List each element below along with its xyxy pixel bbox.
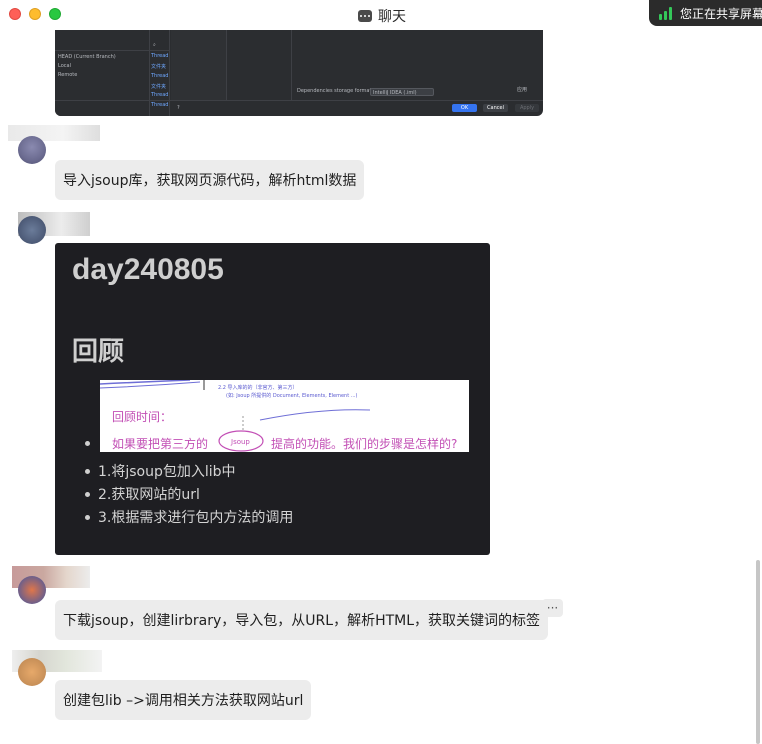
avatar[interactable] (18, 216, 46, 244)
zoom-window-button[interactable] (49, 8, 61, 20)
ide-cancel-button: Cancel (483, 104, 508, 112)
ide-thread-item: 文件夹 (151, 64, 167, 70)
avatar[interactable] (18, 658, 46, 686)
share-status-text: 您正在共享屏幕 (680, 6, 762, 21)
ide-search-icon: ⌕ (153, 42, 156, 48)
chat-window: 聊天 您正在共享屏幕 HEAD (Current Branch) Local R… (0, 0, 762, 744)
note-bullet-text: 1.将jsoup包加入lib中 (98, 464, 236, 480)
handwriting-line-2b: 提高的功能。我们的步骤是怎样的? (271, 437, 458, 451)
handwriting-small-2: (如: Jsoup 所提供的 Document, Elements, Eleme… (226, 393, 358, 399)
window-title-group: 聊天 (358, 7, 406, 25)
note-bullet-empty (85, 441, 90, 446)
handwriting-line-1: 回顾时间： (112, 410, 173, 424)
note-bullet-text: 3.根据需求进行包内方法的调用 (98, 510, 294, 526)
ide-ok-button: OK (452, 104, 477, 112)
ide-apply-button: Apply (515, 104, 539, 112)
message-text: 创建包lib –>调用相关方法获取网站url (63, 693, 304, 709)
message-bubble[interactable]: 下载jsoup，创建lirbrary，导入包，从URL，解析HTML，获取关键词… (55, 600, 549, 640)
ide-storage-label: Dependencies storage format: (297, 88, 374, 94)
ide-branch-panel: HEAD (Current Branch) Local Remote (55, 30, 150, 116)
ide-help-icon: ? (177, 105, 180, 111)
ide-branch-remote: Remote (58, 72, 78, 78)
minimize-window-button[interactable] (29, 8, 41, 20)
avatar[interactable] (18, 576, 46, 604)
note-title: day240805 (72, 253, 224, 286)
handwriting-circled: Jsoup (231, 438, 250, 446)
ide-branch-head: HEAD (Current Branch) (58, 54, 116, 60)
ide-thread-item: Thread (151, 102, 169, 108)
window-title: 聊天 (378, 9, 406, 25)
close-window-button[interactable] (9, 8, 21, 20)
message-text: 导入jsoup库，获取网页源代码，解析html数据 (63, 173, 357, 189)
ide-empty-panel (227, 30, 292, 100)
note-bullet-text: 2.获取网站的url (98, 487, 200, 503)
message-text: 下载jsoup，创建lirbrary，导入包，从URL，解析HTML，获取关键词… (63, 613, 541, 629)
ide-apply-cn-label: 应用 (517, 87, 528, 93)
note-image[interactable]: day240805 回顾 2.2 导入库的的（非官方、第三方） (如: Jsou… (55, 243, 490, 555)
ide-storage-value: IntelliJ IDEA (.iml) (373, 90, 417, 96)
note-bullet: 1.将jsoup包加入lib中 (85, 461, 236, 481)
ide-storage-select: IntelliJ IDEA (.iml) (370, 88, 434, 96)
message-bubble[interactable]: 创建包lib –>调用相关方法获取网站url (55, 680, 312, 720)
ide-screenshot-image[interactable]: HEAD (Current Branch) Local Remote ⌕ Thr… (55, 30, 543, 116)
handwriting-small-1: 2.2 导入库的的（非官方、第三方） (218, 385, 298, 391)
ide-thread-item: Thread (151, 92, 169, 98)
ide-thread-item: Thread (151, 53, 169, 59)
note-bullet: 3.根据需求进行包内方法的调用 (85, 507, 293, 527)
title-bar: 聊天 您正在共享屏幕 (0, 0, 762, 30)
ide-thread-item: Thread (151, 73, 169, 79)
screen-share-indicator[interactable]: 您正在共享屏幕 (649, 0, 762, 26)
more-options-button[interactable]: ··· (542, 599, 563, 617)
handwriting-image: 2.2 导入库的的（非官方、第三方） (如: Jsoup 所提供的 Docume… (100, 380, 469, 452)
note-heading: 回顾 (72, 337, 125, 367)
ide-branch-local: Local (58, 63, 71, 69)
ide-thread-list: Thread 文件夹 Thread 文件夹 Thread Thread (151, 30, 227, 108)
ide-thread-item: 文件夹 (151, 84, 167, 90)
handwriting-line-2a: 如果要把第三方的 (112, 437, 209, 451)
message-bubble[interactable]: 导入jsoup库，获取网页源代码，解析html数据 (55, 160, 365, 200)
ide-config-panel (292, 30, 543, 80)
note-bullet: 2.获取网站的url (85, 484, 200, 504)
chat-bubble-icon (358, 10, 372, 22)
scrollbar[interactable] (756, 560, 760, 744)
signal-bars-icon (659, 6, 672, 20)
avatar[interactable] (18, 136, 46, 164)
